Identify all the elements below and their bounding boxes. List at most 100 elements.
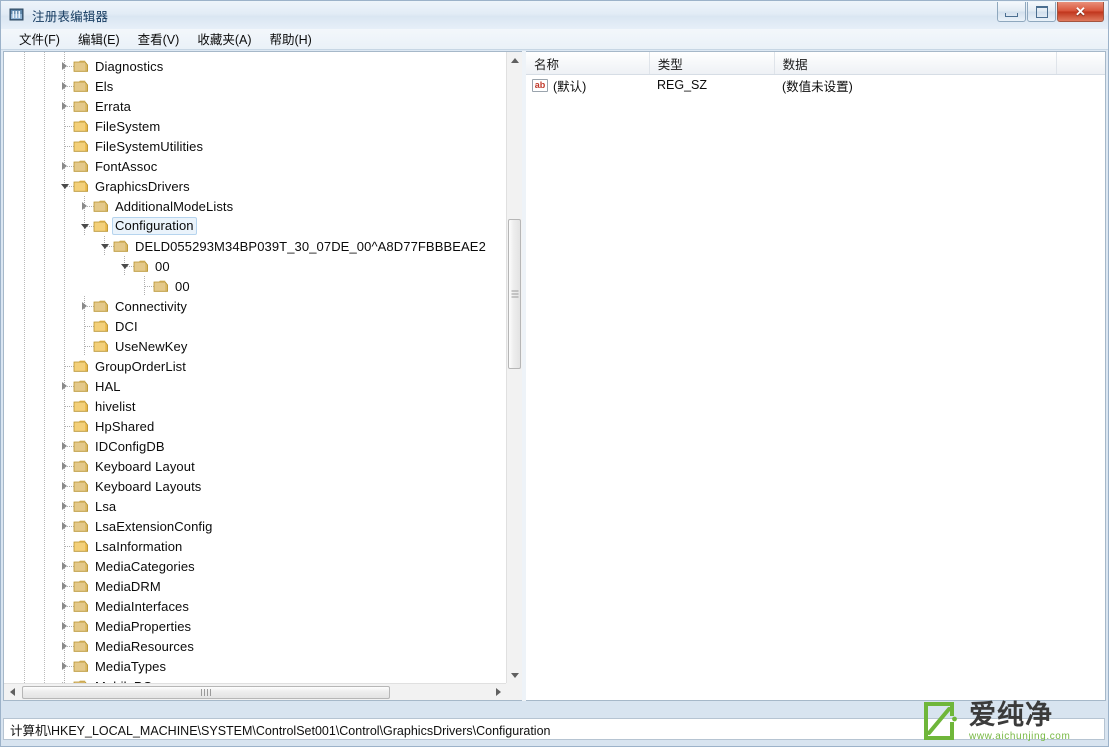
menu-help[interactable]: 帮助(H) [260, 27, 320, 51]
menu-favorites[interactable]: 收藏夹(A) [188, 27, 260, 51]
tree-item-idconfigdb[interactable]: IDConfigDB [4, 436, 507, 456]
tree-item-label[interactable]: Connectivity [112, 298, 190, 316]
tree-scroll-viewport[interactable]: Diagnostics Els Errata FileSystem FileSystem… [4, 52, 507, 684]
tree-item-lsaextensionconfig[interactable]: LsaExtensionConfig [4, 516, 507, 536]
close-button[interactable]: ✕ [1057, 2, 1104, 22]
tree-item-graphicsdrivers[interactable]: GraphicsDrivers [4, 176, 507, 196]
tree-item-mediatypes[interactable]: MediaTypes [4, 656, 507, 676]
tree-horizontal-scroll-thumb[interactable] [22, 686, 390, 699]
tree-item-label[interactable]: FileSystemUtilities [92, 138, 206, 156]
tree-collapse-toggle[interactable] [99, 240, 110, 251]
tree-item-label-selected[interactable]: Configuration [112, 217, 197, 235]
tree-expand-toggle[interactable] [59, 100, 70, 111]
tree-item-00[interactable]: 00 [4, 256, 507, 276]
tree-expand-toggle[interactable] [59, 440, 70, 451]
tree-expand-toggle[interactable] [59, 660, 70, 671]
title-bar[interactable]: 注册表编辑器 ✕ [1, 1, 1108, 29]
tree-item-label[interactable]: GraphicsDrivers [92, 178, 193, 196]
menu-file[interactable]: 文件(F) [10, 27, 69, 51]
tree-expand-toggle[interactable] [59, 520, 70, 531]
tree-expand-toggle[interactable] [59, 640, 70, 651]
scroll-left-button[interactable] [4, 684, 21, 700]
tree-item-mediadrm[interactable]: MediaDRM [4, 576, 507, 596]
tree-collapse-toggle[interactable] [59, 180, 70, 191]
tree-item-00[interactable]: 00 [4, 276, 507, 296]
tree-item-hivelist[interactable]: hivelist [4, 396, 507, 416]
tree-item-label[interactable]: Keyboard Layout [92, 458, 198, 476]
tree-expand-toggle[interactable] [59, 380, 70, 391]
tree-item-deld055293m34bp039t-30-07de-00-a8d77fbbbeae2[interactable]: DELD055293M34BP039T_30_07DE_00^A8D77FBBB… [4, 236, 507, 256]
tree-item-label[interactable]: AdditionalModeLists [112, 198, 236, 216]
tree-item-label[interactable]: LsaInformation [92, 538, 185, 556]
tree-item-label[interactable]: MediaInterfaces [92, 598, 192, 616]
tree-item-filesystemutilities[interactable]: FileSystemUtilities [4, 136, 507, 156]
tree-item-lsainformation[interactable]: LsaInformation [4, 536, 507, 556]
tree-item-mediaresources[interactable]: MediaResources [4, 636, 507, 656]
tree-item-fontassoc[interactable]: FontAssoc [4, 156, 507, 176]
tree-item-label[interactable]: Lsa [92, 498, 119, 516]
tree-expand-toggle[interactable] [59, 620, 70, 631]
tree-item-label[interactable]: MediaResources [92, 638, 197, 656]
tree-item-els[interactable]: Els [4, 76, 507, 96]
tree-item-label[interactable]: DCI [112, 318, 141, 336]
tree-item-usenewkey[interactable]: UseNewKey [4, 336, 507, 356]
tree-item-label[interactable]: 00 [152, 258, 173, 276]
tree-item-keyboard-layout[interactable]: Keyboard Layout [4, 456, 507, 476]
tree-item-configuration[interactable]: Configuration [4, 216, 507, 236]
tree-item-mediaproperties[interactable]: MediaProperties [4, 616, 507, 636]
tree-item-label[interactable]: UseNewKey [112, 338, 190, 356]
tree-expand-toggle[interactable] [79, 300, 90, 311]
tree-item-label[interactable]: Keyboard Layouts [92, 478, 204, 496]
tree-item-label[interactable]: GroupOrderList [92, 358, 189, 376]
tree-item-dci[interactable]: DCI [4, 316, 507, 336]
tree-item-hal[interactable]: HAL [4, 376, 507, 396]
tree-item-connectivity[interactable]: Connectivity [4, 296, 507, 316]
values-row[interactable]: ab (默认) REG_SZ (数值未设置) [526, 75, 1105, 95]
column-name[interactable]: 名称 [526, 52, 650, 74]
tree-item-label[interactable]: FileSystem [92, 118, 163, 136]
tree-item-errata[interactable]: Errata [4, 96, 507, 116]
tree-item-diagnostics[interactable]: Diagnostics [4, 56, 507, 76]
tree-expand-toggle[interactable] [59, 500, 70, 511]
tree-item-label[interactable]: MediaCategories [92, 558, 198, 576]
tree-item-lsa[interactable]: Lsa [4, 496, 507, 516]
maximize-button[interactable] [1027, 2, 1056, 22]
tree-item-mediacategories[interactable]: MediaCategories [4, 556, 507, 576]
minimize-button[interactable] [997, 2, 1026, 22]
tree-item-label[interactable]: MediaProperties [92, 618, 194, 636]
tree-item-label[interactable]: FontAssoc [92, 158, 160, 176]
tree-expand-toggle[interactable] [59, 580, 70, 591]
tree-item-mediainterfaces[interactable]: MediaInterfaces [4, 596, 507, 616]
tree-expand-toggle[interactable] [59, 560, 70, 571]
tree-item-label[interactable]: 00 [172, 278, 193, 296]
tree-horizontal-scrollbar[interactable] [4, 683, 507, 700]
tree-vertical-scroll-thumb[interactable] [508, 219, 521, 369]
tree-item-hpshared[interactable]: HpShared [4, 416, 507, 436]
tree-item-label[interactable]: Diagnostics [92, 58, 166, 76]
column-type[interactable]: 类型 [650, 52, 775, 74]
menu-view[interactable]: 查看(V) [129, 27, 189, 51]
menu-edit[interactable]: 编辑(E) [69, 27, 129, 51]
tree-item-label[interactable]: HAL [92, 378, 124, 396]
tree-item-label[interactable]: hivelist [92, 398, 139, 416]
scroll-right-button[interactable] [490, 684, 507, 700]
tree-item-label[interactable]: Errata [92, 98, 134, 116]
column-data[interactable]: 数据 [775, 52, 1058, 74]
tree-item-label[interactable]: LsaExtensionConfig [92, 518, 215, 536]
tree-collapse-toggle[interactable] [79, 220, 90, 231]
tree-vertical-scrollbar[interactable] [506, 52, 522, 684]
tree-item-label[interactable]: MediaDRM [92, 578, 164, 596]
tree-collapse-toggle[interactable] [119, 260, 130, 271]
tree-expand-toggle[interactable] [59, 480, 70, 491]
tree-expand-toggle[interactable] [59, 60, 70, 71]
tree-expand-toggle[interactable] [59, 160, 70, 171]
tree-item-filesystem[interactable]: FileSystem [4, 116, 507, 136]
scroll-down-button[interactable] [507, 667, 522, 684]
scroll-up-button[interactable] [507, 52, 522, 69]
tree-expand-toggle[interactable] [59, 80, 70, 91]
tree-item-label[interactable]: HpShared [92, 418, 157, 436]
tree-item-additionalmodelists[interactable]: AdditionalModeLists [4, 196, 507, 216]
tree-expand-toggle[interactable] [79, 200, 90, 211]
tree-expand-toggle[interactable] [59, 460, 70, 471]
tree-item-label[interactable]: DELD055293M34BP039T_30_07DE_00^A8D77FBBB… [132, 238, 489, 256]
